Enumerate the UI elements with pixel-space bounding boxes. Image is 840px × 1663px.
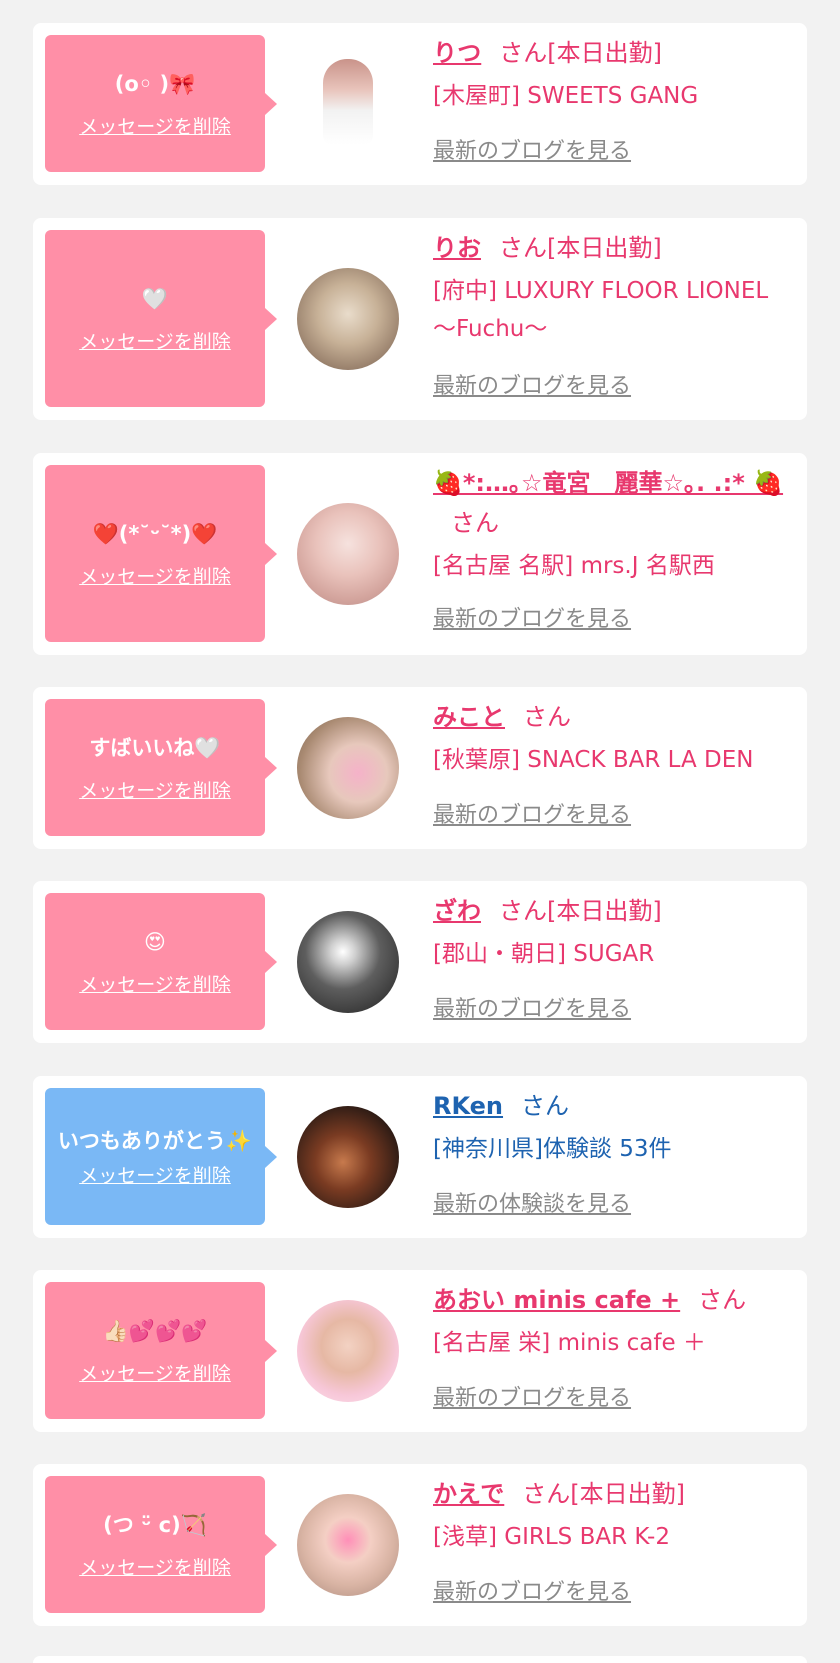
store-label: [府中] LUXURY FLOOR LIONEL ～Fuchu～ bbox=[433, 278, 769, 342]
blog-link[interactable]: 最新のブログを見る bbox=[433, 133, 631, 165]
message-card: (o◦ )🎀 メッセージを削除 りつ さん[本日出勤] [木屋町] SWEETS … bbox=[33, 23, 807, 185]
avatar[interactable] bbox=[297, 717, 399, 819]
message-text: (つ ᵕ̈ c)🏹 bbox=[103, 1513, 207, 1537]
blog-link[interactable]: 最新のブログを見る bbox=[433, 1574, 631, 1606]
message-card: (つ ᵕ̈ c)🏹 メッセージを削除 かえで さん[本日出勤] [浅草] GIRL… bbox=[33, 1464, 807, 1626]
cast-name-link[interactable]: かえで bbox=[433, 1480, 504, 1508]
message-text: (o◦ )🎀 bbox=[114, 72, 196, 96]
message-bubble: ❤️(*˘ᵕ˘*)❤️ メッセージを削除 bbox=[45, 465, 277, 642]
avatar[interactable] bbox=[297, 1494, 399, 1596]
honorific-status: さん bbox=[698, 1286, 747, 1314]
message-text: 🤍 bbox=[141, 287, 169, 311]
avatar[interactable] bbox=[297, 51, 399, 153]
message-bubble: いつもありがとう✨ メッセージを削除 bbox=[45, 1088, 277, 1225]
message-list: (o◦ )🎀 メッセージを削除 りつ さん[本日出勤] [木屋町] SWEETS … bbox=[0, 0, 840, 1663]
avatar[interactable] bbox=[297, 1300, 399, 1402]
blog-link[interactable]: 最新のブログを見る bbox=[433, 368, 631, 400]
message-bubble: すばいいね🤍 メッセージを削除 bbox=[45, 699, 277, 836]
store-label: [浅草] GIRLS BAR K-2 bbox=[433, 1524, 670, 1550]
honorific-status: さん[本日出勤] bbox=[499, 39, 662, 67]
message-card bbox=[33, 1656, 807, 1663]
honorific-status: さん bbox=[521, 1092, 570, 1120]
message-card: ❤️(*˘ᵕ˘*)❤️ メッセージを削除 🍓*:…｡☆竜宮 麗華☆｡. .:* … bbox=[33, 453, 807, 655]
message-text: 😍 bbox=[144, 930, 166, 954]
message-text: 👍🏻💕💕💕 bbox=[102, 1319, 208, 1343]
store-label: [郡山・朝日] SUGAR bbox=[433, 941, 655, 967]
message-text: いつもありがとう✨ bbox=[57, 1129, 253, 1153]
experience-link[interactable]: 最新の体験談を見る bbox=[433, 1186, 631, 1218]
message-bubble: (o◦ )🎀 メッセージを削除 bbox=[45, 35, 277, 172]
avatar[interactable] bbox=[297, 911, 399, 1013]
avatar[interactable] bbox=[297, 268, 399, 370]
message-card: 🤍 メッセージを削除 りお さん[本日出勤] [府中] LUXURY FLOOR … bbox=[33, 218, 807, 420]
delete-message-link[interactable]: メッセージを削除 bbox=[79, 562, 231, 589]
store-label: [神奈川県]体験談 53件 bbox=[433, 1136, 672, 1162]
honorific-status: さん[本日出勤] bbox=[499, 234, 662, 262]
delete-message-link[interactable]: メッセージを削除 bbox=[79, 776, 231, 803]
cast-name-link[interactable]: あおい minis cafe + bbox=[433, 1286, 680, 1314]
blog-link[interactable]: 最新のブログを見る bbox=[433, 991, 631, 1023]
cast-name-link[interactable]: りつ bbox=[433, 39, 481, 67]
cast-name-link[interactable]: ざわ bbox=[433, 897, 481, 925]
message-card: 👍🏻💕💕💕 メッセージを削除 あおい minis cafe + さん [名古屋 栄… bbox=[33, 1270, 807, 1432]
message-bubble: 😍 メッセージを削除 bbox=[45, 893, 277, 1030]
blog-link[interactable]: 最新のブログを見る bbox=[433, 601, 631, 633]
cast-name-link[interactable]: RKen bbox=[433, 1092, 503, 1120]
cast-name-link[interactable]: みこと bbox=[433, 703, 505, 731]
cast-name-link[interactable]: りお bbox=[433, 234, 481, 262]
blog-link[interactable]: 最新のブログを見る bbox=[433, 797, 631, 829]
honorific-status: さん[本日出勤] bbox=[499, 897, 662, 925]
delete-message-link[interactable]: メッセージを削除 bbox=[79, 1161, 231, 1188]
cast-name-link[interactable]: 🍓*:…｡☆竜宮 麗華☆｡. .:* 🍓 bbox=[433, 469, 783, 497]
delete-message-link[interactable]: メッセージを削除 bbox=[79, 1553, 231, 1580]
message-text: ❤️(*˘ᵕ˘*)❤️ bbox=[92, 522, 218, 546]
honorific-status: さん bbox=[451, 509, 499, 537]
avatar[interactable] bbox=[297, 1106, 399, 1208]
delete-message-link[interactable]: メッセージを削除 bbox=[79, 970, 231, 997]
message-bubble: 🤍 メッセージを削除 bbox=[45, 230, 277, 407]
message-card: 😍 メッセージを削除 ざわ さん[本日出勤] [郡山・朝日] SUGAR 最新のブ… bbox=[33, 881, 807, 1043]
store-label: [木屋町] SWEETS GANG bbox=[433, 83, 699, 109]
message-card: すばいいね🤍 メッセージを削除 みこと さん [秋葉原] SNACK BAR LA… bbox=[33, 687, 807, 849]
delete-message-link[interactable]: メッセージを削除 bbox=[79, 1359, 231, 1386]
delete-message-link[interactable]: メッセージを削除 bbox=[79, 327, 231, 354]
delete-message-link[interactable]: メッセージを削除 bbox=[79, 112, 231, 139]
store-label: [名古屋 名駅] mrs.J 名駅西 bbox=[433, 553, 715, 579]
blog-link[interactable]: 最新のブログを見る bbox=[433, 1380, 631, 1412]
message-bubble: 👍🏻💕💕💕 メッセージを削除 bbox=[45, 1282, 277, 1419]
message-card: いつもありがとう✨ メッセージを削除 RKen さん [神奈川県]体験談 53件 … bbox=[33, 1076, 807, 1238]
store-label: [名古屋 栄] minis cafe ＋ bbox=[433, 1330, 706, 1356]
message-bubble: (つ ᵕ̈ c)🏹 メッセージを削除 bbox=[45, 1476, 277, 1613]
honorific-status: さん bbox=[523, 703, 571, 731]
message-text: すばいいね🤍 bbox=[89, 736, 221, 760]
avatar[interactable] bbox=[297, 503, 399, 605]
honorific-status: さん[本日出勤] bbox=[522, 1480, 686, 1508]
store-label: [秋葉原] SNACK BAR LA DEN bbox=[433, 747, 754, 773]
